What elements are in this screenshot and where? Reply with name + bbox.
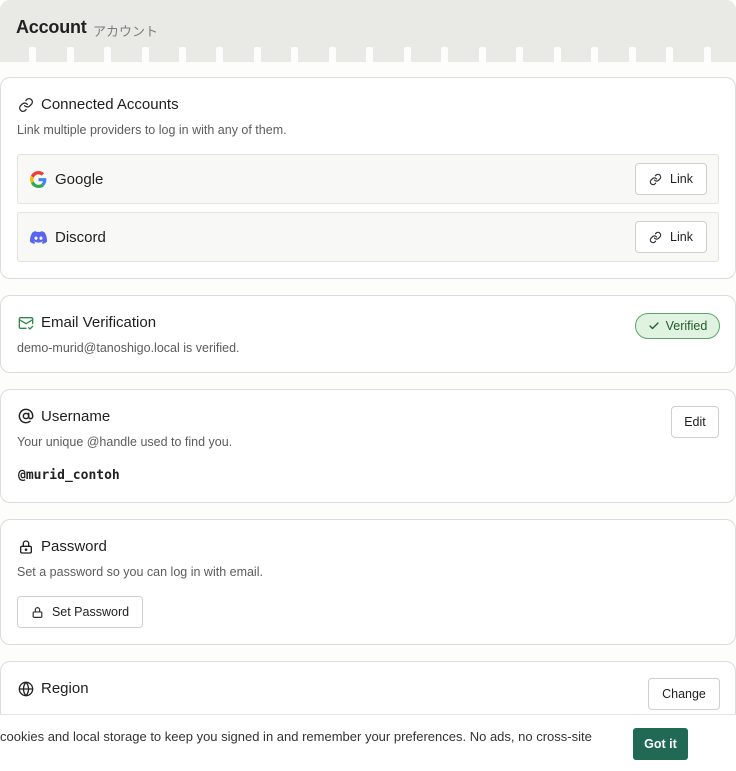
connected-accounts-description: Link multiple providers to log in with a…: [17, 123, 287, 137]
username-card: Username Your unique @handle used to fin…: [0, 389, 736, 503]
link-icon: [649, 173, 662, 185]
header-tick: [516, 47, 523, 62]
link-discord-button[interactable]: Link: [635, 221, 707, 253]
verified-badge-label: Verified: [665, 319, 708, 333]
mail-check-icon: [18, 317, 34, 330]
link-icon: [19, 98, 33, 112]
change-region-button[interactable]: Change: [648, 678, 720, 710]
header-tick: [629, 47, 636, 62]
header-tick: [254, 47, 261, 62]
link-button-label: Link: [670, 172, 693, 186]
cookie-accept-label: Got it: [644, 737, 677, 751]
edit-username-button[interactable]: Edit: [671, 406, 719, 438]
header-tick: [179, 47, 186, 62]
link-button-label: Link: [670, 230, 693, 244]
username-handle: @murid_contoh: [18, 468, 120, 483]
connected-accounts-card: Connected Accounts Link multiple provide…: [0, 77, 736, 279]
header-tick: [666, 47, 673, 62]
at-sign-icon: [18, 408, 34, 424]
verified-badge: Verified: [635, 313, 720, 339]
google-logo-icon: [30, 171, 47, 188]
cookie-banner: cookies and local storage to keep you si…: [0, 714, 736, 771]
header-tick: [216, 47, 223, 62]
provider-name: Google: [55, 171, 104, 188]
provider-row-google: Google Link: [17, 154, 719, 204]
discord-logo-icon: [30, 231, 47, 244]
header-tick: [554, 47, 561, 62]
header-tick: [404, 47, 411, 62]
cookie-banner-text: cookies and local storage to keep you si…: [0, 729, 592, 744]
link-icon: [649, 231, 662, 243]
username-description: Your unique @handle used to find you.: [17, 435, 233, 449]
header-tick: [329, 47, 336, 62]
page-subtitle: アカウント: [93, 24, 159, 39]
header-tick: [591, 47, 598, 62]
set-password-button[interactable]: Set Password: [17, 596, 143, 628]
lock-icon: [20, 540, 32, 554]
change-button-label: Change: [662, 687, 706, 701]
connected-accounts-title: Connected Accounts: [41, 96, 179, 113]
header-tick: [67, 47, 74, 62]
header-tick: [29, 47, 36, 62]
header-tick: [479, 47, 486, 62]
lock-icon: [32, 606, 43, 618]
username-title: Username: [41, 408, 111, 425]
password-description: Set a password so you can log in with em…: [17, 565, 263, 579]
header-tick: [142, 47, 149, 62]
password-card: Password Set a password so you can log i…: [0, 519, 736, 645]
header-tick-edge: [0, 47, 736, 62]
provider-row-discord: Discord Link: [17, 212, 719, 262]
cookie-accept-button[interactable]: Got it: [633, 728, 688, 760]
set-password-label: Set Password: [51, 605, 130, 619]
header-tick: [441, 47, 448, 62]
region-title: Region: [41, 680, 89, 697]
page-header: Account アカウント: [0, 0, 736, 62]
check-icon: [648, 322, 659, 330]
header-tick: [366, 47, 373, 62]
header-tick: [291, 47, 298, 62]
email-verification-card: Email Verification demo-murid@tanoshigo.…: [0, 295, 736, 373]
email-verification-title: Email Verification: [41, 314, 157, 331]
provider-name: Discord: [55, 229, 106, 246]
password-title: Password: [41, 538, 107, 555]
link-google-button[interactable]: Link: [635, 163, 707, 195]
globe-icon: [18, 681, 34, 697]
page-title: Account: [16, 17, 87, 37]
edit-button-label: Edit: [684, 415, 706, 429]
header-tick: [104, 47, 111, 62]
email-verification-description: demo-murid@tanoshigo.local is verified.: [17, 341, 240, 355]
header-tick: [704, 47, 711, 62]
